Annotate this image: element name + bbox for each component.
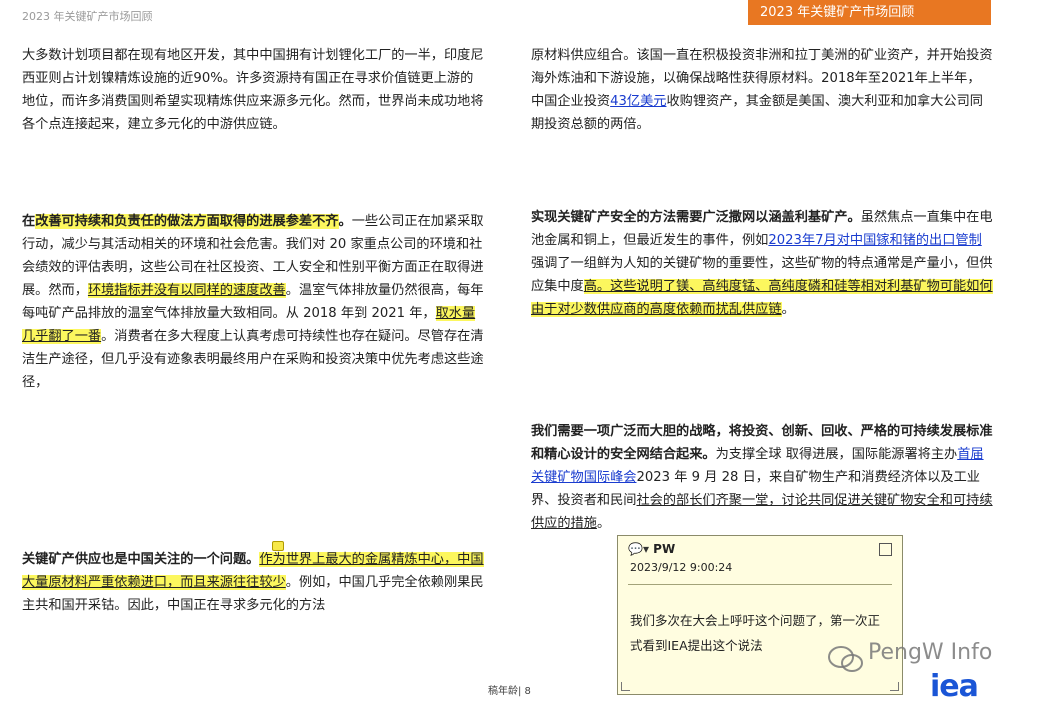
iea-logo: iea	[930, 669, 979, 704]
watermark-text: PengW Info	[868, 640, 993, 665]
right-p2-link[interactable]: 2023年7月对中国镓和锗的出口管制	[768, 233, 981, 248]
resize-grip-left-icon[interactable]	[621, 682, 630, 691]
comment-author: PW	[653, 542, 676, 556]
left-paragraph-2: 在改善可持续和负责任的做法方面取得的进展参差不齐。一些公司正在加紧采取行动，减少…	[22, 210, 484, 394]
page-footer: 稿年龄| 8	[488, 686, 531, 697]
left-p2-highlight-1[interactable]: 环境指标并没有以同样的速度改善	[87, 283, 286, 298]
left-paragraph-1: 大多数计划项目都在现有地区开发，其中中国拥有计划锂化工厂的一半，印度尼西亚则占计…	[22, 44, 484, 136]
right-paragraph-3: 我们需要一项广泛而大胆的战略，将投资、创新、回收、严格的可持续发展标准和精心设计…	[531, 420, 993, 535]
right-p3-text-a: 为支撑全球 取得进展，国际能源署将主办	[715, 447, 958, 462]
left-p2-lead: 在	[22, 214, 36, 229]
header-title-left: 2023 年关键矿产市场回顾	[22, 10, 153, 23]
left-p3-bold: 关键矿产供应也是中国关注的一个问题。	[22, 552, 260, 567]
left-p2-bold-end: 。	[338, 214, 352, 229]
right-p2-bold: 实现关键矿产安全的方法需要广泛撒网以涵盖利基矿产。	[531, 210, 861, 225]
comment-bubble-icon[interactable]: 💬▾	[628, 542, 649, 556]
wechat-watermark-icon	[828, 646, 863, 672]
comment-timestamp: 2023/9/12 9:00:24	[630, 561, 733, 574]
left-paragraph-3: 关键矿产供应也是中国关注的一个问题。作为世界上最大的金属精炼中心，中国大量原材料…	[22, 548, 484, 617]
left-p2-bold-highlight[interactable]: 改善可持续和负责任的做法方面取得的进展参差不齐	[35, 214, 339, 229]
comment-header: 💬▾ PW	[628, 542, 675, 556]
header-title-banner: 2023 年关键矿产市场回顾	[748, 0, 991, 25]
right-p2-highlight[interactable]: 高。这些说明了镁、高纯度锰、高纯度磷和硅等相对利基矿物可能如何由于对少数供应商的…	[531, 279, 993, 317]
minimize-icon[interactable]	[879, 543, 892, 556]
right-p3-end: 。	[596, 516, 611, 531]
right-paragraph-2: 实现关键矿产安全的方法需要广泛撒网以涵盖利基矿产。虽然焦点一直集中在电池金属和铜…	[531, 206, 993, 321]
right-paragraph-1: 原材料供应组合。该国一直在积极投资非洲和拉丁美洲的矿业资产，并开始投资海外炼油和…	[531, 44, 993, 136]
right-p2-end: 。	[781, 302, 795, 317]
left-p1-text: 大多数计划项目都在现有地区开发，其中中国拥有计划锂化工厂的一半，印度尼西亚则占计…	[22, 48, 484, 132]
comment-divider	[628, 584, 892, 585]
right-p1-link[interactable]: 43亿美元	[610, 94, 666, 109]
resize-grip-right-icon[interactable]	[890, 682, 899, 691]
